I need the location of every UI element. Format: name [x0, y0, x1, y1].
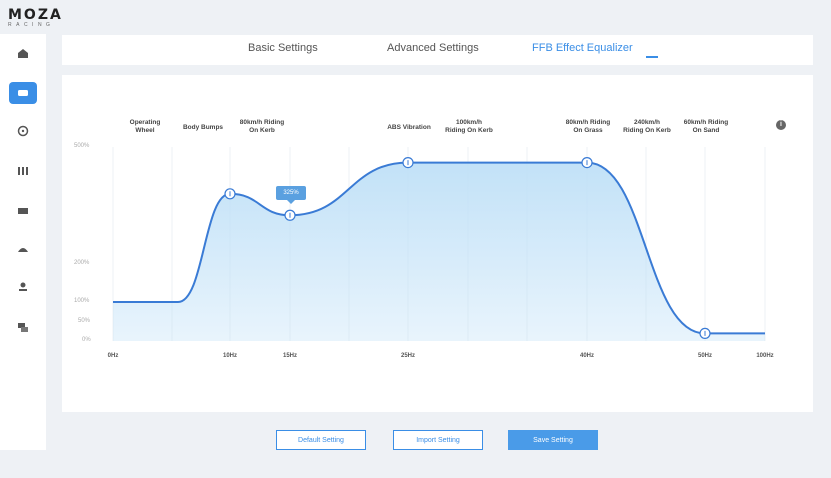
y-tick-label: 500% [74, 143, 90, 149]
import-setting-button[interactable]: Import Setting [393, 430, 483, 450]
x-tick-label: 10Hz [222, 353, 238, 359]
band-label-240kmh-kerb: 240km/h Riding On Kerb [623, 119, 671, 134]
equalizer-chart [112, 147, 766, 341]
band-label-abs-vibration: ABS Vibration [387, 124, 431, 131]
value-tooltip: 325% [276, 186, 306, 204]
band-label-body-bumps: Body Bumps [182, 124, 224, 131]
band-label-80kmh-grass: 80km/h Riding On Grass [565, 119, 611, 134]
x-tick-label: 15Hz [282, 353, 298, 359]
band-label-80kmh-kerb: 80km/h Riding On Kerb [239, 119, 285, 134]
y-tick-label: 100% [74, 298, 90, 304]
x-tick-label: 100Hz [756, 353, 774, 359]
save-setting-button[interactable]: Save Setting [508, 430, 598, 450]
x-tick-label: 40Hz [579, 353, 595, 359]
band-label-60kmh-sand: 60km/h Riding On Sand [683, 119, 729, 134]
x-tick-label: 25Hz [400, 353, 416, 359]
y-tick-label: 0% [82, 337, 91, 343]
x-tick-label: 0Hz [107, 353, 119, 359]
y-tick-label: 200% [74, 260, 90, 266]
band-label-100kmh-kerb: 100km/h Riding On Kerb [445, 119, 493, 134]
y-tick-label: 50% [78, 318, 91, 324]
band-label-operating-wheel: Operating Wheel [129, 119, 161, 134]
default-setting-button[interactable]: Default Setting [276, 430, 366, 450]
x-tick-label: 50Hz [697, 353, 713, 359]
info-icon[interactable]: i [776, 120, 786, 130]
response-area [113, 162, 765, 341]
